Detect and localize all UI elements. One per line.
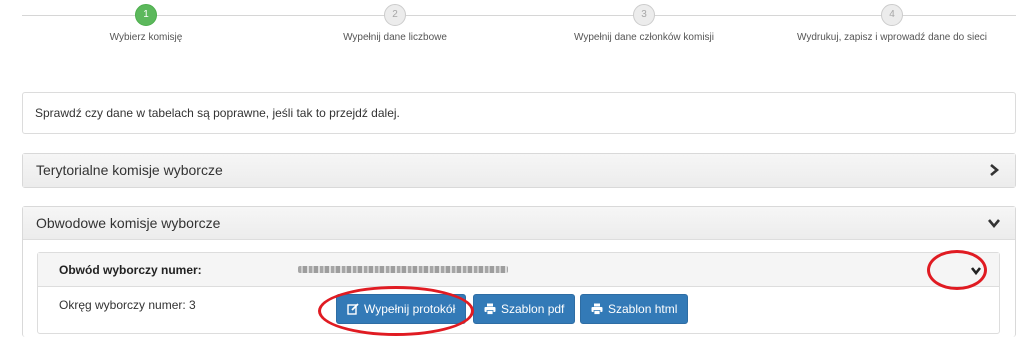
info-message: Sprawdź czy dane w tabelach są poprawne,… — [35, 106, 400, 120]
district-number-value-obscured — [298, 266, 508, 273]
fill-protocol-button[interactable]: Wypełnij protokół — [336, 294, 467, 325]
step-1-circle: 1 — [135, 4, 157, 26]
step-3-circle: 3 — [633, 4, 655, 26]
step-1-label: Wybierz komisję — [109, 32, 183, 43]
step-3-label: Wypełnij dane członków komisji — [574, 32, 714, 43]
chevron-right-icon[interactable] — [987, 163, 1001, 177]
html-template-button[interactable]: Szablon html — [580, 294, 689, 325]
territorial-commissions-panel: Terytorialne komisje wyborcze — [22, 153, 1016, 188]
district-number-label: Obwód wyborczy numer: — [59, 263, 202, 277]
step-3[interactable]: 3 Wypełnij dane członków komisji — [514, 4, 774, 43]
district-item-panel: Obwód wyborczy numer: Okręg wyborczy num… — [37, 252, 1000, 334]
chevron-down-icon[interactable] — [987, 216, 1001, 230]
constituency-number: Okręg wyborczy numer: 3 — [59, 298, 196, 312]
district-item-header[interactable]: Obwód wyborczy numer: — [38, 253, 999, 287]
info-message-box: Sprawdź czy dane w tabelach są poprawne,… — [22, 92, 1016, 134]
step-2-label: Wypełnij dane liczbowe — [343, 32, 447, 43]
edit-icon — [347, 297, 359, 325]
district-commissions-panel: Obwodowe komisje wyborcze Obwód wyborczy… — [22, 206, 1016, 337]
print-icon — [591, 297, 603, 325]
chevron-down-icon[interactable] — [969, 264, 983, 278]
territorial-commissions-title: Terytorialne komisje wyborcze — [36, 162, 223, 178]
step-1[interactable]: 1 Wybierz komisję — [16, 4, 276, 43]
district-commissions-title: Obwodowe komisje wyborcze — [36, 215, 221, 231]
fill-protocol-label: Wypełnij protokół — [364, 302, 456, 316]
print-icon — [484, 297, 496, 325]
district-commissions-header[interactable]: Obwodowe komisje wyborcze — [23, 207, 1015, 240]
html-template-label: Szablon html — [608, 302, 678, 316]
territorial-commissions-header[interactable]: Terytorialne komisje wyborcze — [23, 154, 1015, 187]
step-4[interactable]: 4 Wydrukuj, zapisz i wprowadź dane do si… — [762, 4, 1022, 43]
pdf-template-button[interactable]: Szablon pdf — [473, 294, 576, 325]
step-4-circle: 4 — [881, 4, 903, 26]
step-2[interactable]: 2 Wypełnij dane liczbowe — [265, 4, 525, 43]
step-2-circle: 2 — [384, 4, 406, 26]
step-4-label: Wydrukuj, zapisz i wprowadź dane do siec… — [797, 32, 987, 43]
pdf-template-label: Szablon pdf — [501, 302, 565, 316]
wizard-stepper: 1 Wybierz komisję 2 Wypełnij dane liczbo… — [0, 0, 1024, 60]
